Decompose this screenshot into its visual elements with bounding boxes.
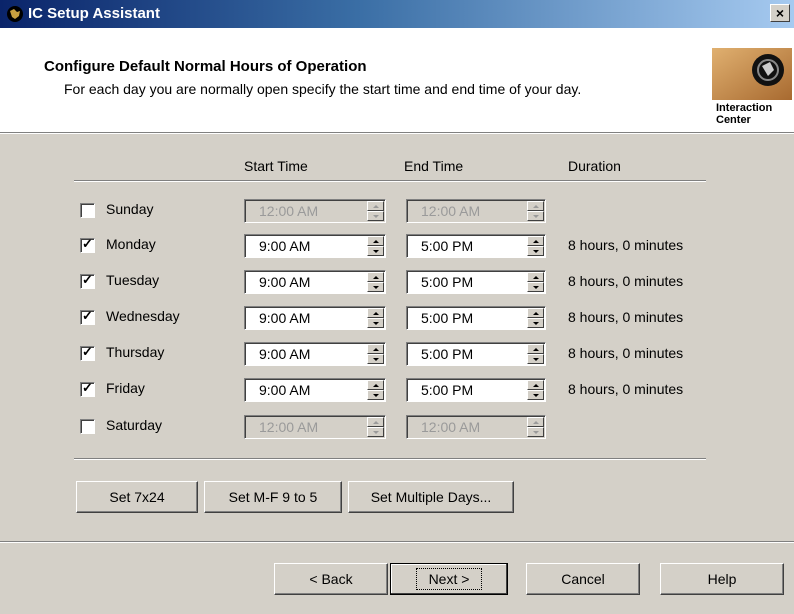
duration-text: 8 hours, 0 minutes [568,345,684,361]
wednesday-start-time[interactable]: 9:00 AM [244,306,386,330]
wizard-header: Configure Default Normal Hours of Operat… [0,28,794,132]
set-7x24-button[interactable]: Set 7x24 [76,481,198,513]
spin-arrows-icon[interactable] [527,344,544,364]
header-divider [0,132,794,134]
duration-text: 8 hours, 0 minutes [568,237,684,253]
sunday-checkbox[interactable] [80,203,95,218]
day-label: Tuesday [106,272,160,288]
page-title: Configure Default Normal Hours of Operat… [44,58,367,75]
duration-text: 8 hours, 0 minutes [568,309,684,325]
spin-arrows-icon[interactable] [367,272,384,292]
day-row-sunday: Sunday 12:00 AM 12:00 AM [0,197,794,225]
saturday-checkbox[interactable] [80,419,95,434]
day-label: Thursday [106,344,165,360]
logo-text-line1: Interaction [716,102,773,114]
spin-arrows-icon[interactable] [527,272,544,292]
setup-dialog: IC Setup Assistant × Configure Default N… [0,0,794,614]
day-label: Monday [106,236,156,252]
spin-arrows-icon[interactable] [367,344,384,364]
monday-checkbox[interactable] [80,236,95,253]
ic-globe-icon [7,6,23,22]
title-bar: IC Setup Assistant × [0,0,794,28]
window-title: IC Setup Assistant [28,5,160,22]
day-label: Sunday [106,201,154,217]
day-row-tuesday: Tuesday 9:00 AM 5:00 PM 8 hours, 0 minut… [0,268,794,296]
sunday-start-time[interactable]: 12:00 AM [244,199,386,223]
day-row-saturday: Saturday 12:00 AM 12:00 AM [0,413,794,441]
day-label: Friday [106,380,145,396]
friday-checkbox[interactable] [80,380,95,397]
logo-text-line2: Center [716,114,751,126]
end-time-header: End Time [404,158,464,174]
thursday-start-time[interactable]: 9:00 AM [244,342,386,366]
duration-text: 8 hours, 0 minutes [568,381,684,397]
tuesday-checkbox[interactable] [80,272,95,289]
thursday-checkbox[interactable] [80,344,95,361]
day-label: Saturday [106,417,163,433]
saturday-start-time[interactable]: 12:00 AM [244,415,386,439]
close-button[interactable]: × [770,4,790,22]
day-row-friday: Friday 9:00 AM 5:00 PM 8 hours, 0 minute… [0,376,794,404]
next-button-label: Next > [415,568,483,590]
monday-start-time[interactable]: 9:00 AM [244,234,386,258]
set-multiple-days-button[interactable]: Set Multiple Days... [348,481,514,513]
duration-text: 8 hours, 0 minutes [568,273,684,289]
day-label: Wednesday [106,308,180,324]
friday-end-time[interactable]: 5:00 PM [406,378,546,402]
spin-arrows-icon[interactable] [367,380,384,400]
wednesday-checkbox[interactable] [80,308,95,325]
start-time-header: Start Time [244,158,308,174]
back-button[interactable]: < Back [274,563,388,595]
spin-arrows-icon[interactable] [367,308,384,328]
spin-arrows-icon[interactable] [367,201,384,221]
spin-arrows-icon[interactable] [367,236,384,256]
wednesday-end-time[interactable]: 5:00 PM [406,306,546,330]
column-header-divider [74,180,706,182]
duration-header: Duration [568,158,621,174]
cancel-button[interactable]: Cancel [526,563,640,595]
day-row-thursday: Thursday 9:00 AM 5:00 PM 8 hours, 0 minu… [0,340,794,368]
sunday-end-time[interactable]: 12:00 AM [406,199,546,223]
tuesday-start-time[interactable]: 9:00 AM [244,270,386,294]
page-subtitle: For each day you are normally open speci… [64,81,582,97]
set-mf-9-to-5-button[interactable]: Set M-F 9 to 5 [204,481,342,513]
spin-arrows-icon[interactable] [527,236,544,256]
footer-divider [0,541,794,543]
spin-arrows-icon[interactable] [527,380,544,400]
help-button[interactable]: Help [660,563,784,595]
thursday-end-time[interactable]: 5:00 PM [406,342,546,366]
day-row-monday: Monday 9:00 AM 5:00 PM 8 hours, 0 minute… [0,232,794,260]
monday-end-time[interactable]: 5:00 PM [406,234,546,258]
spin-arrows-icon[interactable] [527,201,544,221]
spin-arrows-icon[interactable] [527,308,544,328]
next-button[interactable]: Next > [390,563,508,595]
day-row-wednesday: Wednesday 9:00 AM 5:00 PM 8 hours, 0 min… [0,304,794,332]
spin-arrows-icon[interactable] [367,417,384,437]
tuesday-end-time[interactable]: 5:00 PM [406,270,546,294]
friday-start-time[interactable]: 9:00 AM [244,378,386,402]
saturday-end-time[interactable]: 12:00 AM [406,415,546,439]
spin-arrows-icon[interactable] [527,417,544,437]
presets-divider [74,458,706,460]
